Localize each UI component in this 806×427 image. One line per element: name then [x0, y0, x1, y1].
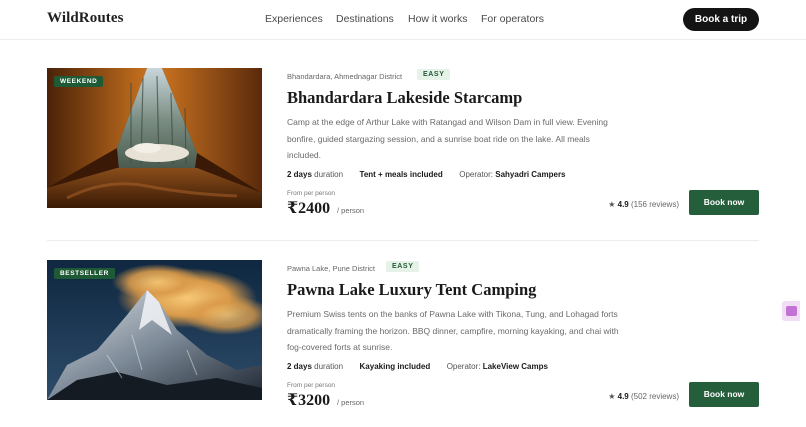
chat-icon	[786, 306, 797, 316]
site-header: WildRoutes Experiences Destinations How …	[0, 0, 806, 40]
listing-meta: 2 days duration Kayaking included Operat…	[287, 362, 548, 371]
nav-destinations[interactable]: Destinations	[336, 13, 394, 25]
listing-description: Camp at the edge of Arthur Lake with Rat…	[287, 117, 608, 160]
listing-info: Bhandardara, Ahmednagar District EASY Bh…	[287, 68, 759, 218]
difficulty-badge: EASY	[386, 261, 420, 272]
price-value: ₹3200	[287, 392, 331, 409]
nav-experiences[interactable]: Experiences	[265, 13, 323, 25]
price-from-label: From per person	[287, 382, 336, 389]
listing-meta: 2 days duration Tent + meals included Op…	[287, 170, 566, 179]
difficulty-badge: EASY	[417, 69, 451, 80]
nav-how-it-works[interactable]: How it works	[408, 13, 468, 25]
brand-logo[interactable]: WildRoutes	[47, 10, 124, 27]
duration-value: 2 days	[287, 170, 312, 179]
rating-value: 4.9	[617, 200, 629, 209]
listing-title[interactable]: Bhandardara Lakeside Starcamp	[287, 88, 522, 108]
price-value: ₹2400	[287, 200, 331, 217]
book-a-trip-button[interactable]: Book a trip	[683, 8, 759, 31]
rating: ★ 4.9 (502 reviews)	[608, 392, 679, 401]
included-feature: Kayaking included	[359, 362, 431, 371]
listing-description: Premium Swiss tents on the banks of Pawn…	[287, 309, 619, 352]
listing-location: Pawna Lake, Pune District	[287, 264, 375, 273]
listing-location: Bhandardara, Ahmednagar District	[287, 72, 403, 81]
review-count: (156 reviews)	[630, 200, 679, 209]
nav-for-operators[interactable]: For operators	[481, 13, 544, 25]
listing-badge: BESTSELLER	[54, 268, 115, 279]
operator-label: Operator:	[446, 362, 481, 371]
listing-badge: WEEKEND	[54, 76, 104, 87]
rating-value: 4.9	[617, 392, 629, 401]
operator-name: Sahyadri Campers	[495, 170, 566, 179]
included-feature: Tent + meals included	[359, 170, 443, 179]
price-unit: / person	[337, 398, 365, 407]
listing-info: Pawna Lake, Pune District EASY Pawna Lak…	[287, 260, 759, 410]
feedback-widget[interactable]	[782, 301, 800, 321]
star-icon: ★	[608, 200, 616, 209]
rating: ★ 4.9 (156 reviews)	[608, 200, 679, 209]
operator-label: Operator:	[459, 170, 494, 179]
price-unit: / person	[337, 206, 365, 215]
listing-image[interactable]: WEEKEND	[47, 68, 262, 208]
book-now-button[interactable]: Book now	[689, 190, 759, 215]
divider	[47, 240, 759, 241]
tent-view-photo	[47, 68, 262, 208]
listing-image[interactable]: BESTSELLER	[47, 260, 262, 400]
price-from-label: From per person	[287, 190, 336, 197]
book-now-button[interactable]: Book now	[689, 382, 759, 407]
review-count: (502 reviews)	[630, 392, 679, 401]
operator-name: LakeView Camps	[482, 362, 548, 371]
listing-title[interactable]: Pawna Lake Luxury Tent Camping	[287, 280, 536, 300]
duration-label: duration	[314, 170, 344, 179]
duration-label: duration	[314, 362, 344, 371]
duration-value: 2 days	[287, 362, 312, 371]
mountain-peak-photo	[47, 260, 262, 400]
star-icon: ★	[608, 392, 616, 401]
